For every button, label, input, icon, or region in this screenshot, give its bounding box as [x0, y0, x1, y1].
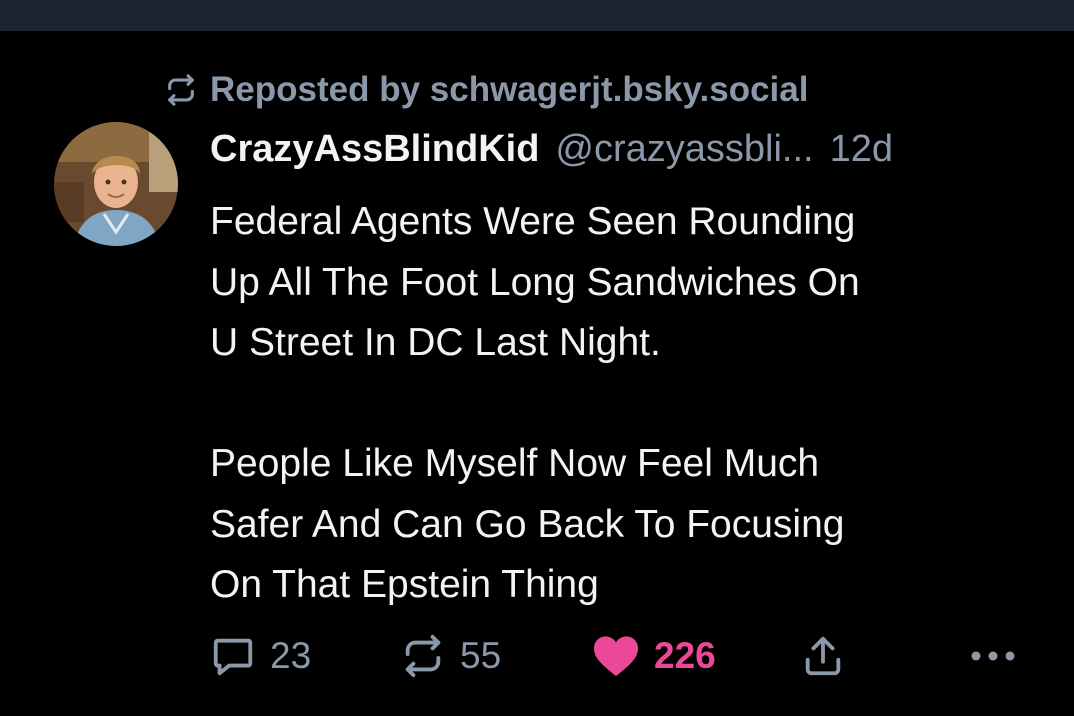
avatar[interactable] — [54, 122, 178, 246]
author-handle[interactable]: @crazyassbli... — [555, 128, 813, 171]
post-text-line: People Like Myself Now Feel Much — [210, 442, 820, 485]
repost-label: Reposted by schwagerjt.bsky.social — [210, 70, 809, 109]
reply-button[interactable]: 23 — [210, 628, 311, 684]
post-text-line: On That Epstein Thing — [210, 563, 599, 606]
heart-icon — [592, 633, 640, 679]
avatar-photo-icon — [54, 122, 178, 246]
post-header: CrazyAssBlindKid @crazyassbli... 12d — [210, 128, 893, 172]
post-text-line: Up All The Foot Long Sandwiches On — [210, 260, 860, 304]
more-options-button[interactable] — [968, 628, 1018, 684]
more-icon — [968, 646, 1018, 666]
repost-icon — [400, 633, 446, 679]
post-timestamp[interactable]: 12d — [830, 128, 893, 171]
like-count: 226 — [654, 635, 716, 676]
reply-count: 23 — [270, 635, 312, 676]
post-text: Federal Agents Were Seen Rounding Up All… — [210, 192, 1050, 616]
post-actions: 23 55 226 — [0, 628, 1074, 684]
repost-count: 55 — [460, 635, 502, 676]
repost-button[interactable]: 55 — [400, 628, 501, 684]
repost-icon — [164, 73, 198, 107]
top-bar — [0, 0, 1074, 31]
share-button[interactable] — [800, 628, 846, 684]
share-icon — [800, 633, 846, 679]
post-text-line: Safer And Can Go Back To Focusing — [210, 502, 845, 546]
post-text-line: Federal Agents Were Seen Rounding — [210, 200, 856, 243]
like-button[interactable]: 226 — [592, 628, 716, 684]
post-text-line: U Street In DC Last Night. — [210, 321, 661, 364]
reply-icon — [210, 633, 256, 679]
author-display-name[interactable]: CrazyAssBlindKid — [210, 128, 539, 171]
repost-indicator[interactable]: Reposted by schwagerjt.bsky.social — [164, 70, 808, 110]
